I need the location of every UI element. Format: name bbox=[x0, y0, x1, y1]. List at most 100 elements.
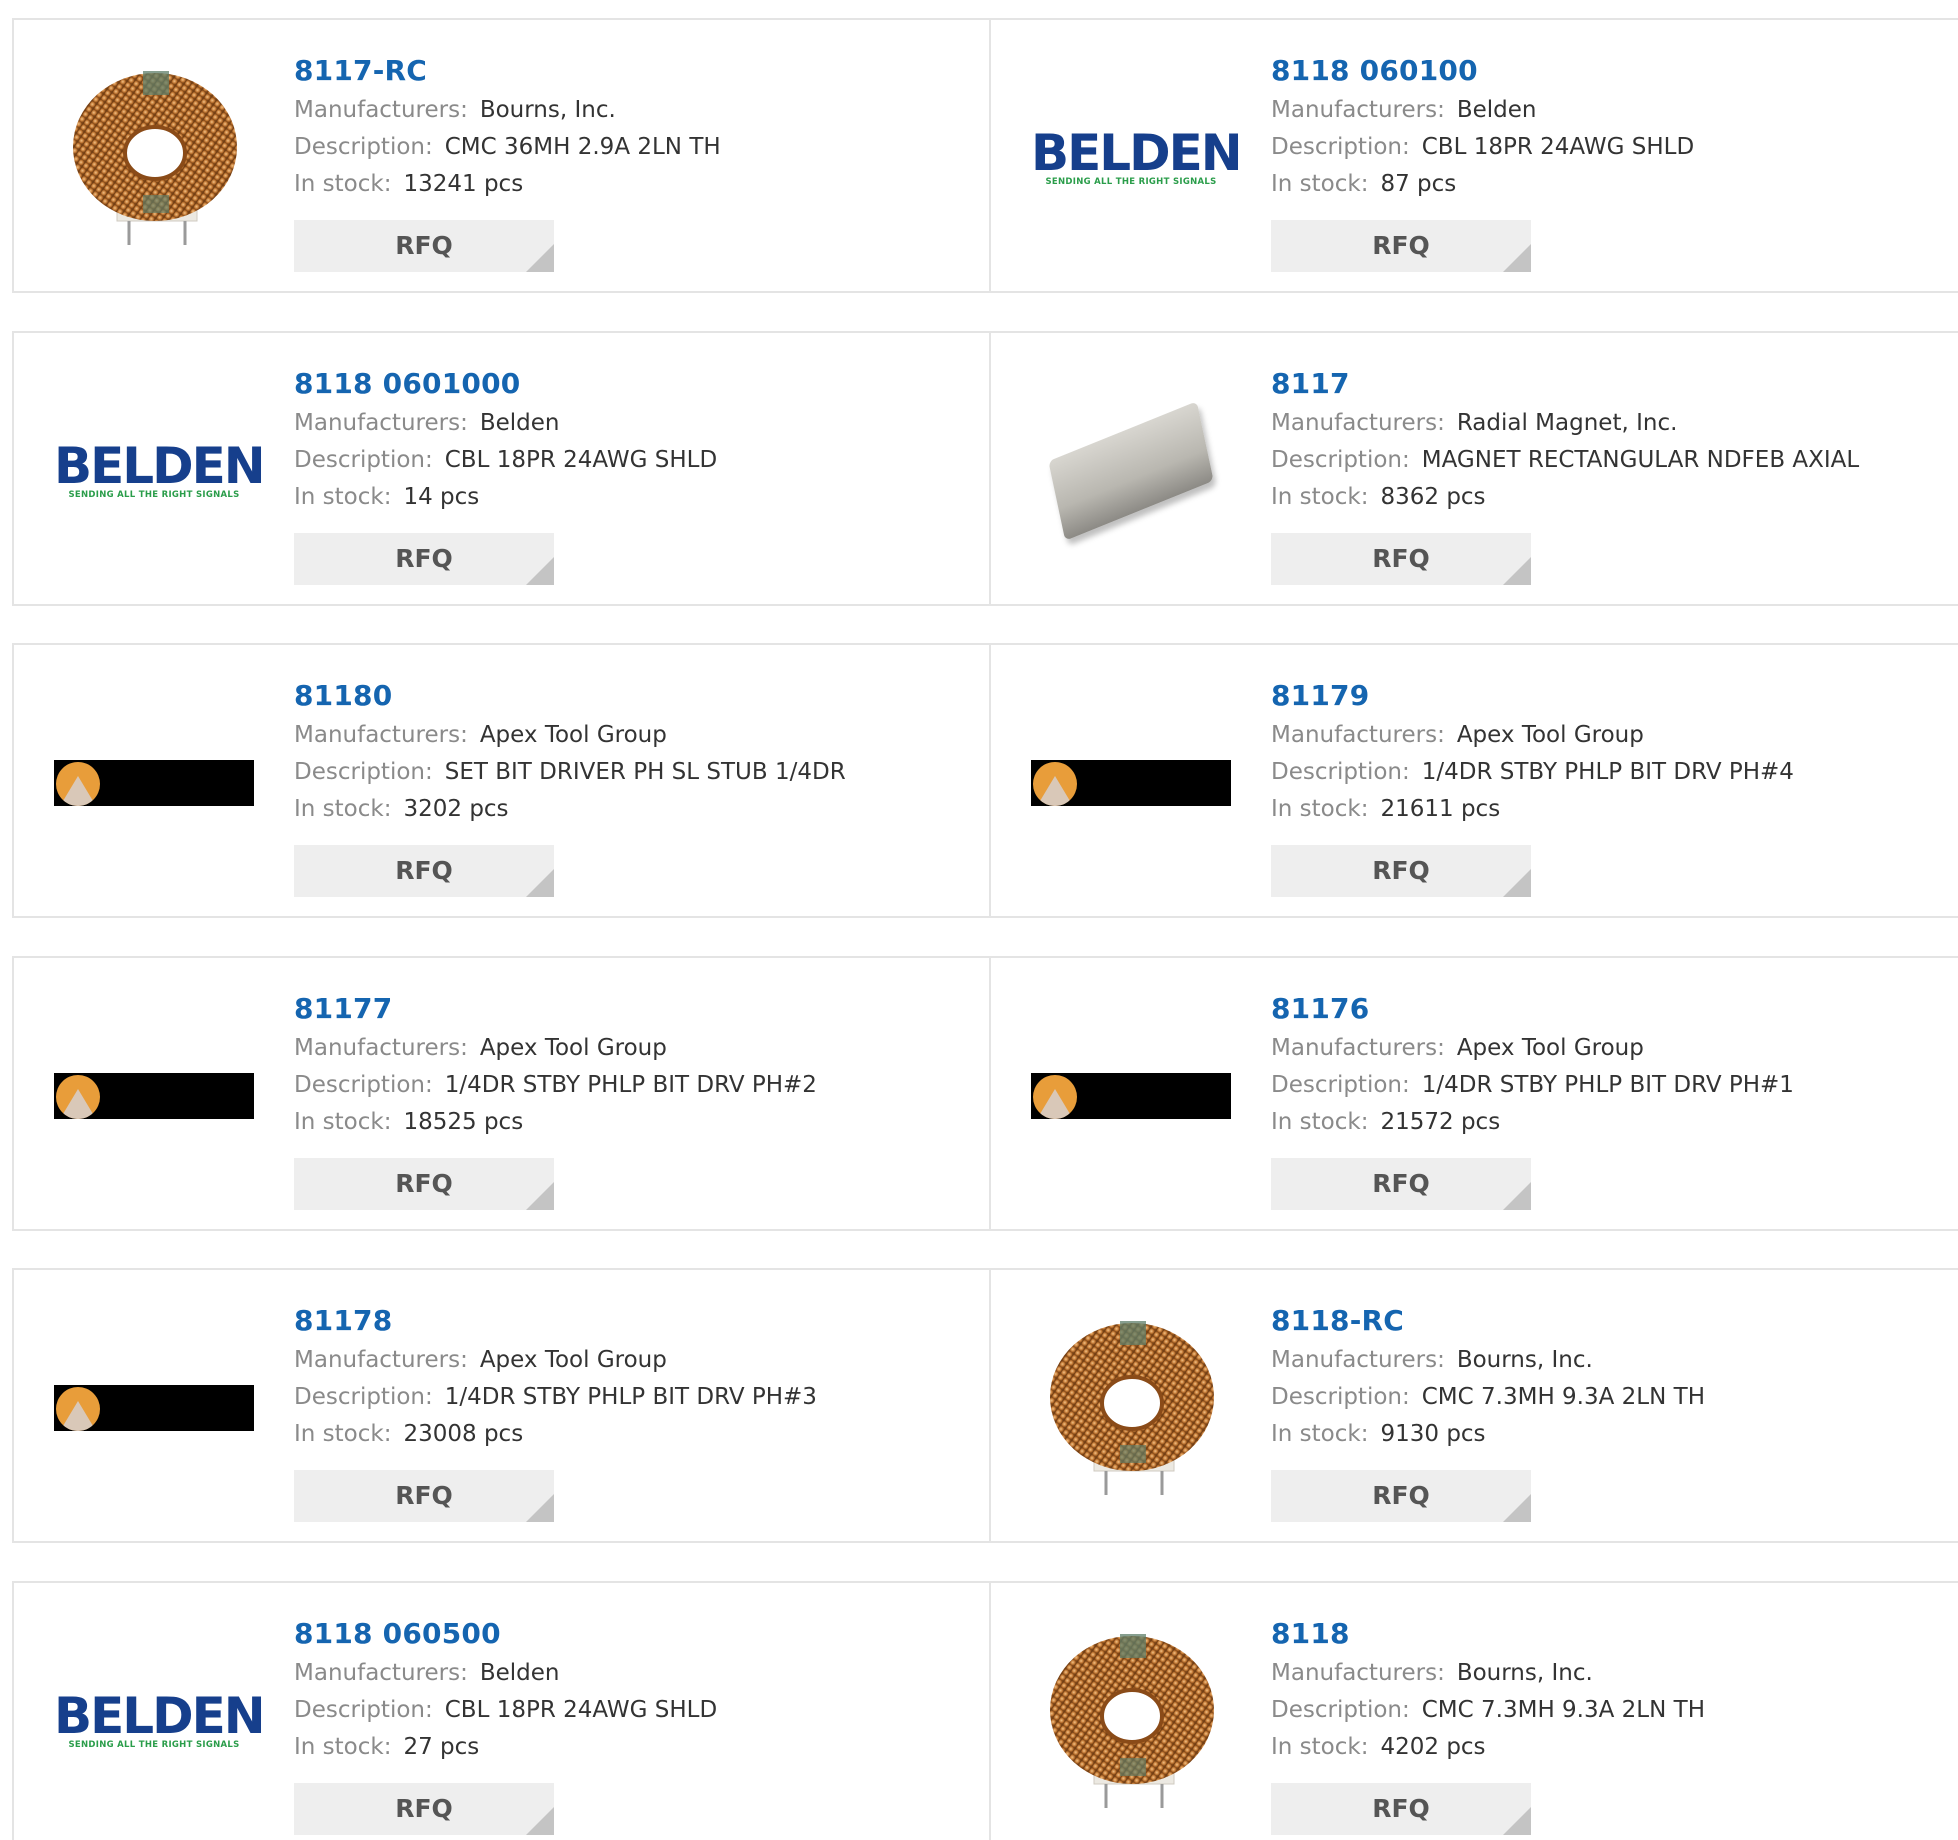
stock-label: In stock: bbox=[294, 796, 392, 822]
description-value: 1/4DR STBY PHLP BIT DRV PH#2 bbox=[444, 1071, 817, 1098]
description-label: Description: bbox=[1271, 134, 1410, 160]
rfq-button[interactable]: RFQ bbox=[294, 220, 554, 272]
rfq-label: RFQ bbox=[395, 231, 453, 260]
part-number-link[interactable]: 81180 bbox=[294, 675, 974, 717]
stock-label: In stock: bbox=[294, 1108, 392, 1135]
apex-logo bbox=[1031, 1072, 1231, 1119]
description-value: CBL 18PR 24AWG SHLD bbox=[444, 446, 718, 473]
manufacturer-value: Belden bbox=[479, 409, 560, 436]
stock-line: In stock: 9130 pcs bbox=[1271, 1416, 1951, 1453]
stock-line: In stock: 87 pcs bbox=[1271, 166, 1951, 203]
product-image[interactable] bbox=[54, 683, 254, 883]
rfq-button[interactable]: RFQ bbox=[294, 532, 554, 585]
part-number-link[interactable]: 8118 bbox=[1271, 1613, 1951, 1655]
product-card: 81178 Manufacturers: Apex Tool Group Desc… bbox=[12, 1268, 991, 1543]
description-label: Description: bbox=[294, 134, 433, 160]
rfq-button[interactable]: RFQ bbox=[294, 845, 554, 897]
product-info: 8118 060500 Manufacturers: Belden Descrip… bbox=[294, 1613, 974, 1766]
toroid-coil-icon bbox=[1050, 1321, 1214, 1495]
rfq-button[interactable]: RFQ bbox=[294, 1470, 554, 1522]
manufacturer-line: Manufacturers: Apex Tool Group bbox=[1271, 717, 1951, 754]
product-image[interactable] bbox=[1031, 683, 1231, 883]
apex-logo bbox=[54, 1385, 254, 1431]
rfq-button[interactable]: RFQ bbox=[1271, 532, 1531, 585]
stock-line: In stock: 27 pcs bbox=[294, 1729, 974, 1766]
description-value: CBL 18PR 24AWG SHLD bbox=[444, 1696, 718, 1723]
manufacturer-line: Manufacturers: Apex Tool Group bbox=[294, 1030, 974, 1067]
manufacturer-line: Manufacturers: Bourns, Inc. bbox=[1271, 1342, 1951, 1379]
description-line: Description: SET BIT DRIVER PH SL STUB 1/… bbox=[294, 754, 974, 791]
product-image[interactable] bbox=[54, 1308, 254, 1508]
part-number-link[interactable]: 81178 bbox=[294, 1300, 974, 1342]
rfq-button[interactable]: RFQ bbox=[1271, 1470, 1531, 1522]
description-line: Description: CMC 7.3MH 9.3A 2LN TH bbox=[1271, 1692, 1951, 1729]
rfq-button[interactable]: RFQ bbox=[1271, 845, 1531, 897]
logo-tagline: SENDING ALL THE RIGHT SIGNALS bbox=[68, 1739, 240, 1750]
stock-label: In stock: bbox=[1271, 483, 1369, 510]
part-number-link[interactable]: 81177 bbox=[294, 988, 974, 1030]
manufacturer-value: Radial Magnet, Inc. bbox=[1456, 409, 1678, 436]
part-number-link[interactable]: 81179 bbox=[1271, 675, 1951, 717]
stock-line: In stock: 14 pcs bbox=[294, 479, 974, 516]
rfq-button[interactable]: RFQ bbox=[1271, 1157, 1531, 1210]
stock-label: In stock: bbox=[1271, 796, 1369, 822]
corner-triangle-icon bbox=[526, 1806, 554, 1835]
description-label: Description: bbox=[1271, 1384, 1410, 1410]
manufacturer-label: Manufacturers: bbox=[1271, 1347, 1445, 1373]
rfq-label: RFQ bbox=[395, 1793, 453, 1823]
manufacturer-label: Manufacturers: bbox=[1271, 97, 1445, 123]
manufacturer-label: Manufacturers: bbox=[1271, 409, 1445, 436]
rfq-label: RFQ bbox=[395, 856, 453, 885]
stock-value: 18525 pcs bbox=[403, 1108, 524, 1135]
rfq-label: RFQ bbox=[395, 1481, 453, 1510]
apex-logo bbox=[1031, 760, 1231, 806]
product-image[interactable] bbox=[54, 996, 254, 1196]
stock-line: In stock: 23008 pcs bbox=[294, 1416, 974, 1453]
rfq-button[interactable]: RFQ bbox=[1271, 220, 1531, 272]
part-number-link[interactable]: 8118-RC bbox=[1271, 1300, 1951, 1342]
corner-triangle-icon bbox=[1503, 556, 1531, 585]
description-label: Description: bbox=[1271, 1696, 1410, 1723]
rfq-label: RFQ bbox=[1372, 543, 1430, 573]
part-number-link[interactable]: 8117 bbox=[1271, 363, 1951, 405]
product-row: 8117-RC Manufacturers: Bourns, Inc. Descr… bbox=[12, 18, 1958, 293]
product-image[interactable]: BELDEN SENDING ALL THE RIGHT SIGNALS bbox=[54, 371, 266, 571]
corner-triangle-icon bbox=[526, 1494, 554, 1522]
stock-label: In stock: bbox=[1271, 171, 1369, 197]
stock-line: In stock: 3202 pcs bbox=[294, 791, 974, 828]
description-value: CMC 7.3MH 9.3A 2LN TH bbox=[1421, 1384, 1705, 1410]
stock-value: 14 pcs bbox=[403, 483, 480, 510]
part-number-link[interactable]: 81176 bbox=[1271, 988, 1951, 1030]
stock-label: In stock: bbox=[1271, 1733, 1369, 1760]
manufacturer-label: Manufacturers: bbox=[1271, 722, 1445, 748]
rfq-button[interactable]: RFQ bbox=[1271, 1782, 1531, 1835]
product-card: BELDEN SENDING ALL THE RIGHT SIGNALS 811… bbox=[12, 330, 991, 606]
product-image[interactable]: BELDEN SENDING ALL THE RIGHT SIGNALS bbox=[54, 1621, 266, 1821]
product-info: 81177 Manufacturers: Apex Tool Group Desc… bbox=[294, 988, 974, 1141]
part-number-link[interactable]: 8118 060500 bbox=[294, 1613, 974, 1655]
product-image[interactable] bbox=[54, 58, 254, 258]
toroid-coil-icon bbox=[1050, 1633, 1214, 1808]
product-info: 8118 0601000 Manufacturers: Belden Descri… bbox=[294, 363, 974, 516]
product-card: 8118 Manufacturers: Bourns, Inc. Descript… bbox=[989, 1580, 1958, 1840]
manufacturer-value: Belden bbox=[1456, 97, 1537, 123]
part-number-link[interactable]: 8118 0601000 bbox=[294, 363, 974, 405]
product-card: BELDEN SENDING ALL THE RIGHT SIGNALS 811… bbox=[12, 1580, 991, 1840]
product-image[interactable] bbox=[1031, 1308, 1231, 1508]
rfq-button[interactable]: RFQ bbox=[294, 1782, 554, 1835]
product-card: 81177 Manufacturers: Apex Tool Group Desc… bbox=[12, 955, 991, 1231]
rfq-button[interactable]: RFQ bbox=[294, 1157, 554, 1210]
product-image[interactable] bbox=[1031, 1621, 1231, 1821]
logo-text: BELDEN bbox=[54, 1686, 266, 1745]
description-label: Description: bbox=[1271, 759, 1410, 785]
product-row: 81177 Manufacturers: Apex Tool Group Desc… bbox=[12, 955, 1958, 1231]
product-image[interactable] bbox=[1031, 996, 1231, 1196]
logo-tagline: SENDING ALL THE RIGHT SIGNALS bbox=[1045, 177, 1217, 187]
description-value: CMC 7.3MH 9.3A 2LN TH bbox=[1421, 1696, 1705, 1723]
product-image[interactable] bbox=[1031, 371, 1231, 571]
product-row: 81178 Manufacturers: Apex Tool Group Desc… bbox=[12, 1268, 1958, 1543]
part-number-link[interactable]: 8117-RC bbox=[294, 50, 974, 92]
product-image[interactable]: BELDEN SENDING ALL THE RIGHT SIGNALS bbox=[1031, 58, 1243, 258]
corner-triangle-icon bbox=[526, 869, 554, 897]
part-number-link[interactable]: 8118 060100 bbox=[1271, 50, 1951, 92]
